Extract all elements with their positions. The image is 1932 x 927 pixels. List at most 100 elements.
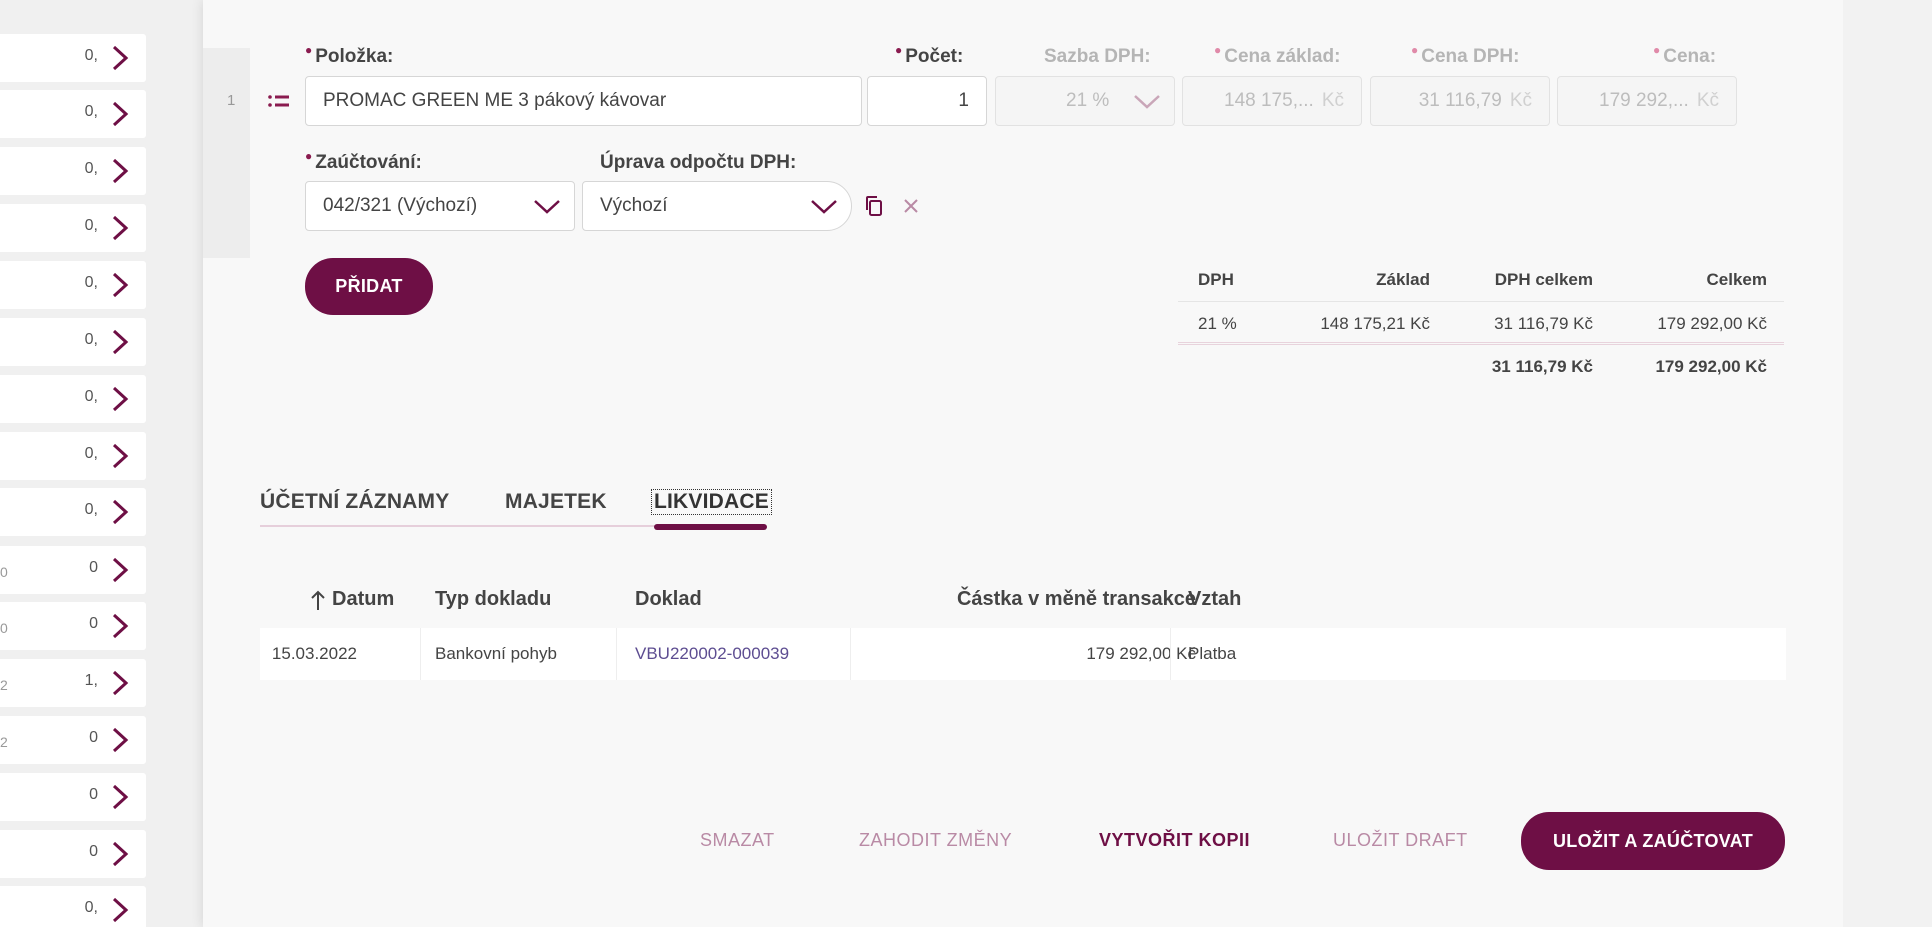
cell-vztah: Platba <box>1188 644 1237 663</box>
list-item-value: 1, <box>84 672 98 689</box>
list-item[interactable]: 0, <box>0 375 146 423</box>
vat-cell-rate: 21 % <box>1198 314 1237 333</box>
tab-majetek[interactable]: MAJETEK <box>505 490 607 514</box>
list-item-value: 0, <box>84 274 98 291</box>
save-draft-button[interactable]: ULOŽIT DRAFT <box>1333 830 1468 851</box>
chevron-right-icon[interactable] <box>108 385 132 413</box>
cena-dph-label: ● Cena DPH: <box>1411 43 1520 67</box>
list-item[interactable]: 0, <box>0 488 146 536</box>
likvidace-header-row: Datum Typ dokladu Doklad Částka v měně t… <box>260 576 1786 628</box>
vat-header-zaklad: Základ <box>1376 270 1430 289</box>
list-item[interactable]: 0, <box>0 204 146 252</box>
chevron-right-icon[interactable] <box>108 442 132 470</box>
list-item[interactable]: 0, <box>0 886 146 927</box>
cena-zaklad-input: 148 175,... Kč <box>1182 76 1362 126</box>
zauctovani-select[interactable]: 042/321 (Výchozí) <box>305 181 575 231</box>
vat-cell-celkem: 179 292,00 Kč <box>1657 314 1767 333</box>
list-item-value: 0 <box>89 615 98 632</box>
list-item-value: 0, <box>84 331 98 348</box>
zauctovani-label: ● Zaúčtování: <box>305 149 422 173</box>
chevron-right-icon[interactable] <box>108 783 132 811</box>
header-doklad[interactable]: Doklad <box>635 588 702 611</box>
chevron-right-icon[interactable] <box>108 840 132 868</box>
chevron-right-icon[interactable] <box>108 214 132 242</box>
table-row[interactable]: 15.03.2022 Bankovní pohyb VBU220002-0000… <box>260 628 1786 680</box>
sazba-label: Sazba DPH: <box>1044 46 1151 67</box>
create-copy-button[interactable]: VYTVOŘIT KOPII <box>1099 830 1250 851</box>
vat-header-celkem: Celkem <box>1706 270 1767 289</box>
list-item-value: 0 <box>89 786 98 803</box>
list-item[interactable]: 0, <box>0 432 146 480</box>
header-typ-dokladu[interactable]: Typ dokladu <box>435 588 551 611</box>
active-tab-indicator <box>654 524 767 530</box>
likvidace-table: Datum Typ dokladu Doklad Částka v měně t… <box>260 576 1786 680</box>
chevron-right-icon[interactable] <box>108 44 132 72</box>
list-item[interactable]: 0, <box>0 261 146 309</box>
copy-icon[interactable] <box>860 192 888 220</box>
detail-panel: 1 ● Položka: ● Počet: Sazba DPH: ● Cena zák… <box>203 0 1843 927</box>
cell-doklad-link[interactable]: VBU220002-000039 <box>635 644 789 664</box>
drag-handle-icon[interactable] <box>266 89 292 113</box>
list-item-edge-text: 2 <box>0 677 8 693</box>
list-item[interactable]: 00 <box>0 546 146 594</box>
chevron-right-icon[interactable] <box>108 896 132 924</box>
list-item-value: 0 <box>89 843 98 860</box>
list-item-value: 0, <box>84 501 98 518</box>
list-item[interactable]: 0, <box>0 34 146 82</box>
uprava-select[interactable]: Výchozí <box>582 181 852 231</box>
chevron-right-icon[interactable] <box>108 669 132 697</box>
chevron-right-icon[interactable] <box>108 157 132 185</box>
list-item-value: 0 <box>89 729 98 746</box>
header-castka[interactable]: Částka v měně transakce <box>957 588 1196 611</box>
list-item[interactable]: 2 1, <box>0 659 146 707</box>
sazba-select: 21 % <box>995 76 1175 126</box>
list-item-value: 0 <box>89 559 98 576</box>
vat-total-row: 31 116,79 Kč 179 292,00 Kč <box>1178 345 1784 389</box>
cena-dph-input: 31 116,79 Kč <box>1370 76 1550 126</box>
list-item-value: 0, <box>84 47 98 64</box>
vat-total-celkem: 179 292,00 Kč <box>1655 357 1767 376</box>
tab-ucetni-zaznamy[interactable]: ÚČETNÍ ZÁZNAMY <box>260 490 449 514</box>
list-item-edge-text: 0 <box>0 620 8 636</box>
sort-arrow-up-icon[interactable] <box>310 588 326 611</box>
list-item[interactable]: 20 <box>0 716 146 764</box>
vat-header-row: DPH Základ DPH celkem Celkem <box>1178 258 1784 302</box>
pocet-input[interactable]: 1 <box>867 76 987 126</box>
chevron-right-icon[interactable] <box>108 612 132 640</box>
discard-changes-button[interactable]: ZAHODIT ZMĚNY <box>859 830 1012 851</box>
header-vztah[interactable]: Vztah <box>1188 588 1241 611</box>
chevron-right-icon[interactable] <box>108 328 132 356</box>
vat-row: 21 % 148 175,21 Kč 31 116,79 Kč 179 292,… <box>1178 302 1784 345</box>
list-item[interactable]: 0, <box>0 147 146 195</box>
list-item[interactable]: 0, <box>0 90 146 138</box>
list-item-value: 0, <box>84 388 98 405</box>
cell-typ: Bankovní pohyb <box>435 644 557 663</box>
chevron-right-icon[interactable] <box>108 726 132 754</box>
list-item[interactable]: 0 <box>0 773 146 821</box>
cell-castka: 179 292,00 Kč <box>1086 644 1196 663</box>
list-item[interactable]: 0, <box>0 318 146 366</box>
chevron-right-icon[interactable] <box>108 556 132 584</box>
vat-cell-zaklad: 148 175,21 Kč <box>1320 314 1430 333</box>
save-and-post-button[interactable]: ULOŽIT A ZAÚČTOVAT <box>1521 812 1785 870</box>
list-item-value: 0, <box>84 445 98 462</box>
chevron-right-icon[interactable] <box>108 100 132 128</box>
list-item-edge-text: 2 <box>0 734 8 750</box>
cena-input: 179 292,... Kč <box>1557 76 1737 126</box>
list-item[interactable]: 00 <box>0 602 146 650</box>
chevron-right-icon[interactable] <box>108 271 132 299</box>
item-row-number: 1 <box>227 92 236 109</box>
add-item-button[interactable]: PŘIDAT <box>305 258 433 315</box>
chevron-right-icon[interactable] <box>108 498 132 526</box>
header-datum[interactable]: Datum <box>332 588 394 611</box>
tab-likvidace[interactable]: LIKVIDACE <box>651 489 772 515</box>
list-item-value: 0, <box>84 899 98 916</box>
pocet-label: ● Počet: <box>895 43 964 67</box>
polozka-input[interactable]: PROMAC GREEN ME 3 pákový kávovar <box>305 76 862 126</box>
close-icon[interactable] <box>897 192 925 220</box>
chevron-down-icon <box>532 197 562 217</box>
list-item-value: 0, <box>84 217 98 234</box>
delete-button[interactable]: SMAZAT <box>700 830 775 851</box>
list-item[interactable]: 0 <box>0 830 146 878</box>
row-number-strip <box>203 48 250 258</box>
